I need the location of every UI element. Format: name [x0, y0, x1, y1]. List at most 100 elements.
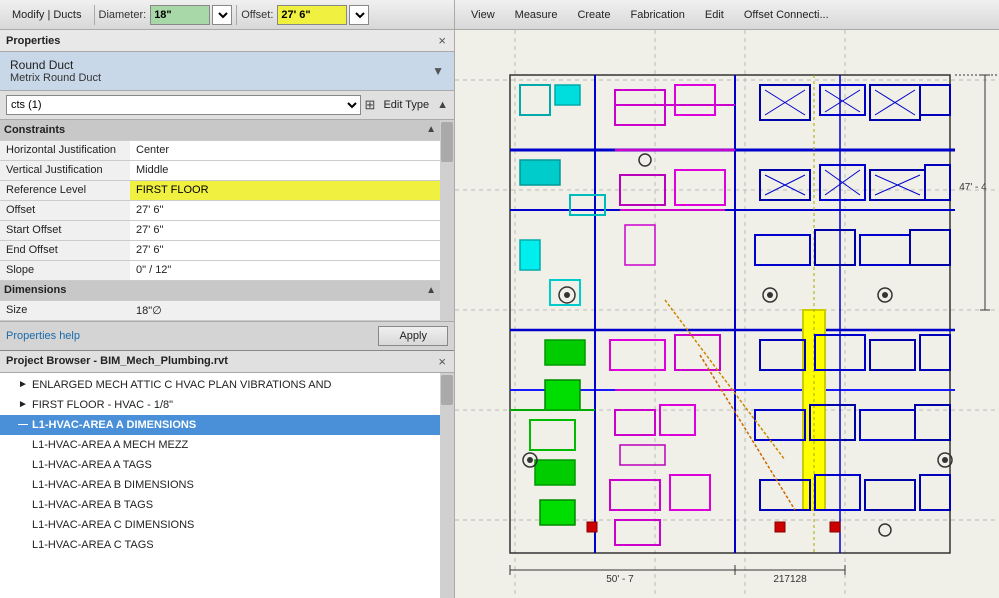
tree-item-label: L1-HVAC-AREA C TAGS [32, 539, 154, 551]
prop-value-slope[interactable]: 0" / 12" [130, 260, 440, 280]
expand-icon: ► [18, 399, 30, 410]
edit-type-btn[interactable]: Edit Type [379, 97, 433, 113]
main-area: Properties × Round Duct Metrix Round Duc… [0, 30, 999, 598]
properties-title: Properties [6, 35, 60, 47]
expand-icon: ► [18, 379, 30, 390]
prop-value-offset[interactable]: 27' 6" [130, 200, 440, 220]
browser-tree: ► ENLARGED MECH ATTIC C HVAC PLAN VIBRAT… [0, 373, 454, 557]
create-tab-btn[interactable]: Create [569, 7, 618, 23]
type-selector-row: cts (1) ⊞ Edit Type ▲ [0, 91, 454, 120]
properties-panel-header: Properties × [0, 30, 454, 52]
type-selector-dropdown[interactable]: cts (1) [6, 95, 361, 115]
fabrication-tab-btn[interactable]: Fabrication [622, 7, 692, 23]
prop-value-start-offset[interactable]: 27' 6" [130, 220, 440, 240]
table-row: Vertical Justification Middle [0, 160, 440, 180]
prop-name-vert-just: Vertical Justification [0, 160, 130, 180]
edit-tab-btn[interactable]: Edit [697, 7, 732, 23]
list-item[interactable]: L1-HVAC-AREA A MECH MEZZ [0, 435, 454, 455]
prop-name-size: Size [0, 300, 130, 320]
edit-type-label: Edit Type [383, 99, 429, 111]
tree-item-label: ENLARGED MECH ATTIC C HVAC PLAN VIBRATIO… [32, 379, 332, 391]
left-panel: Properties × Round Duct Metrix Round Duc… [0, 30, 455, 598]
table-row: Reference Level FIRST FLOOR [0, 180, 440, 200]
tree-item-label: L1-HVAC-AREA C DIMENSIONS [32, 519, 194, 531]
project-browser: Project Browser - BIM_Mech_Plumbing.rvt … [0, 351, 454, 598]
table-row: End Offset 27' 6" [0, 240, 440, 260]
dimensions-section-header[interactable]: Dimensions ▲ [0, 280, 440, 300]
edit-type-icon: ⊞ [365, 97, 376, 113]
constraints-label: Constraints [4, 124, 65, 136]
table-row: Slope 0" / 12" [0, 260, 440, 280]
tree-item-label-selected: L1-HVAC-AREA A DIMENSIONS [32, 419, 196, 431]
properties-scrollbar-thumb[interactable] [441, 122, 453, 162]
prop-name-start-offset: Start Offset [0, 220, 130, 240]
constraints-section-header[interactable]: Constraints ▲ [0, 120, 440, 140]
view-tab-btn[interactable]: View [463, 7, 503, 23]
expand-icon-selected: — [18, 419, 30, 430]
browser-content: ► ENLARGED MECH ATTIC C HVAC PLAN VIBRAT… [0, 373, 454, 598]
list-item[interactable]: — L1-HVAC-AREA A DIMENSIONS [0, 415, 454, 435]
toolbar-separator [94, 5, 95, 25]
properties-scrollbar[interactable] [440, 120, 454, 321]
tree-item-label: FIRST FLOOR - HVAC - 1/8" [32, 399, 173, 411]
prop-name-slope: Slope [0, 260, 130, 280]
prop-name-ref-level: Reference Level [0, 180, 130, 200]
prop-value-ref-level[interactable]: FIRST FLOOR [130, 180, 440, 200]
properties-table: Constraints ▲ Horizontal Justification C… [0, 120, 440, 321]
list-item[interactable]: L1-HVAC-AREA C TAGS [0, 535, 454, 555]
top-toolbar: Modify | Ducts Diameter: ▼ Offset: ▼ Vie… [0, 0, 999, 30]
diameter-input[interactable] [150, 5, 210, 25]
prop-value-vert-just[interactable]: Middle [130, 160, 440, 180]
dimensions-collapse-arrow: ▲ [426, 285, 436, 296]
toolbar-separator-2 [236, 5, 237, 25]
svg-text:217128: 217128 [773, 574, 807, 585]
list-item[interactable]: L1-HVAC-AREA B DIMENSIONS [0, 475, 454, 495]
list-item[interactable]: L1-HVAC-AREA A TAGS [0, 455, 454, 475]
svg-text:47' - 4: 47' - 4 [959, 182, 987, 193]
properties-panel: Properties × Round Duct Metrix Round Duc… [0, 30, 454, 351]
prop-name-horiz-just: Horizontal Justification [0, 140, 130, 160]
prop-value-end-offset[interactable]: 27' 6" [130, 240, 440, 260]
offset-connect-tab-btn[interactable]: Offset Connecti... [736, 7, 837, 23]
svg-text:50' - 7: 50' - 7 [606, 574, 634, 585]
element-type-name: Round Duct [10, 58, 101, 72]
browser-header: Project Browser - BIM_Mech_Plumbing.rvt … [0, 351, 454, 373]
cad-canvas: 50' - 7 217128 47' - 4 [455, 30, 999, 598]
browser-close-btn[interactable]: × [436, 354, 448, 369]
element-type-sub: Metrix Round Duct [10, 72, 101, 84]
list-item[interactable]: ► ENLARGED MECH ATTIC C HVAC PLAN VIBRAT… [0, 375, 454, 395]
properties-help-link[interactable]: Properties help [6, 330, 80, 342]
prop-name-end-offset: End Offset [0, 240, 130, 260]
list-item[interactable]: L1-HVAC-AREA C DIMENSIONS [0, 515, 454, 535]
constraints-collapse-arrow: ▲ [426, 124, 436, 135]
tree-item-label: L1-HVAC-AREA A MECH MEZZ [32, 439, 188, 451]
tree-item-label: L1-HVAC-AREA A TAGS [32, 459, 152, 471]
properties-close-btn[interactable]: × [436, 33, 448, 48]
modify-ducts-btn[interactable]: Modify | Ducts [4, 7, 90, 23]
table-row: Horizontal Justification Center [0, 140, 440, 160]
tree-item-label: L1-HVAC-AREA B DIMENSIONS [32, 479, 194, 491]
offset-input[interactable] [277, 5, 347, 25]
element-type-row: Round Duct Metrix Round Duct ▼ [10, 58, 444, 84]
browser-title: Project Browser - BIM_Mech_Plumbing.rvt [6, 355, 228, 367]
right-toolbar: View Measure Create Fabrication Edit Off… [455, 0, 999, 29]
list-item[interactable]: L1-HVAC-AREA B TAGS [0, 495, 454, 515]
offset-dropdown[interactable]: ▼ [349, 5, 369, 25]
diameter-label: Diameter: [99, 9, 147, 21]
measure-tab-btn[interactable]: Measure [507, 7, 566, 23]
browser-scrollbar-thumb[interactable] [441, 375, 453, 405]
diameter-dropdown[interactable]: ▼ [212, 5, 232, 25]
table-row: Start Offset 27' 6" [0, 220, 440, 240]
element-type-section: Round Duct Metrix Round Duct ▼ [0, 52, 454, 91]
prop-name-offset: Offset [0, 200, 130, 220]
left-toolbar: Modify | Ducts Diameter: ▼ Offset: ▼ [0, 0, 455, 29]
browser-scrollbar[interactable] [440, 373, 454, 598]
apply-btn[interactable]: Apply [378, 326, 448, 346]
prop-value-horiz-just[interactable]: Center [130, 140, 440, 160]
table-row: Offset 27' 6" [0, 200, 440, 220]
cad-view[interactable]: 50' - 7 217128 47' - 4 [455, 30, 999, 598]
section-collapse-right-btn[interactable]: ▲ [437, 99, 448, 111]
element-type-expand-btn[interactable]: ▼ [432, 64, 444, 78]
tree-item-label: L1-HVAC-AREA B TAGS [32, 499, 153, 511]
list-item[interactable]: ► FIRST FLOOR - HVAC - 1/8" [0, 395, 454, 415]
